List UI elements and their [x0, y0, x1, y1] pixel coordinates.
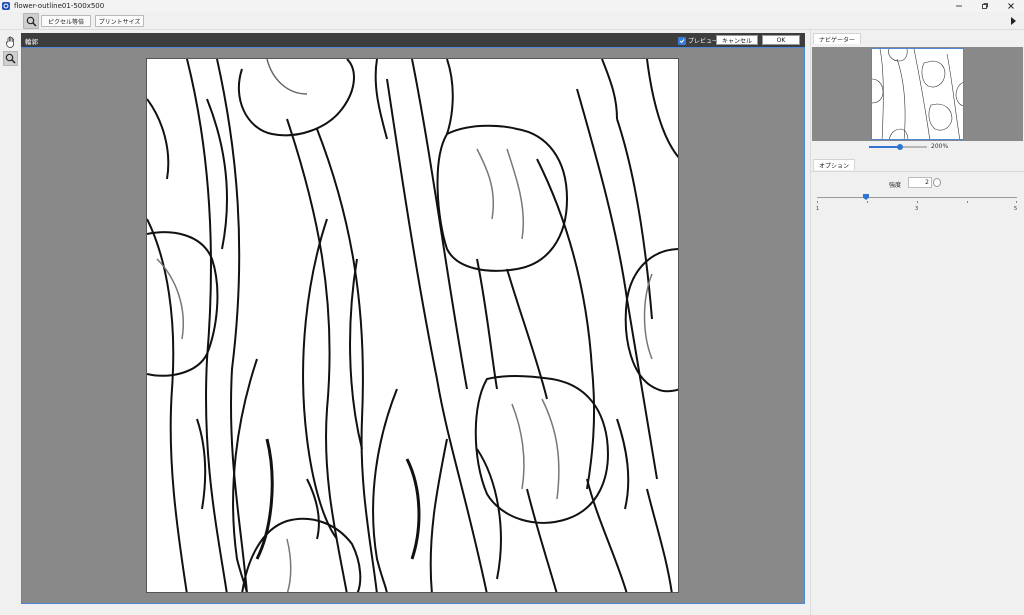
slider-min-label: 1: [816, 206, 820, 212]
toolbar: ピクセル等倍 プリントサイズ: [0, 12, 1024, 30]
zoom-tool[interactable]: [3, 51, 18, 66]
slider-tick: [867, 201, 868, 203]
hand-tool-button[interactable]: [3, 34, 18, 49]
strength-slider-knob[interactable]: [863, 194, 869, 200]
print-size-button[interactable]: プリントサイズ: [95, 15, 144, 27]
app-icon: [2, 2, 10, 10]
preview-label: プレビュー: [688, 38, 719, 45]
minimize-icon: [956, 5, 962, 7]
title-bar: flower-outline01-500x500: [0, 0, 1024, 12]
tool-palette: [0, 30, 20, 615]
strength-input[interactable]: 2: [908, 177, 932, 188]
restore-button[interactable]: [972, 0, 998, 12]
strength-spinner[interactable]: [933, 178, 941, 187]
outline-image: [146, 58, 679, 593]
slider-tick: [917, 201, 918, 203]
filter-title: 輪郭: [25, 38, 38, 46]
close-icon: [1008, 3, 1014, 9]
preview-checkbox[interactable]: [678, 36, 686, 45]
slider-max-label: 5: [1014, 206, 1018, 212]
magnifier-icon: [5, 53, 16, 64]
hand-icon: [5, 35, 14, 48]
navigator-zoom-knob[interactable]: [897, 144, 903, 150]
strength-slider-track[interactable]: [817, 197, 1017, 198]
strength-label: 強度: [889, 182, 902, 189]
tab-options[interactable]: オプション: [813, 159, 856, 170]
magnifier-icon: [26, 16, 37, 27]
options-divider: [811, 171, 1024, 172]
pixel-equal-button[interactable]: ピクセル等倍: [41, 15, 91, 27]
slider-tick: [967, 201, 968, 203]
slider-tick: [1016, 201, 1017, 203]
tab-navigator[interactable]: ナビゲーター: [813, 33, 862, 44]
filter-header: 輪郭 プレビュー キャンセル OK: [21, 33, 805, 47]
play-right-icon[interactable]: [1011, 17, 1016, 25]
status-bar: [0, 605, 808, 615]
minimize-button[interactable]: [946, 0, 972, 12]
slider-tick: [817, 201, 818, 203]
window-title: flower-outline01-500x500: [14, 2, 105, 10]
zoom-tool-button[interactable]: [23, 13, 39, 29]
checkmark-icon: [679, 38, 685, 43]
navigator-zoom-label: 200%: [931, 143, 949, 150]
right-panel: ナビゲーター 200% オプション 強度 2 1 3 5: [810, 30, 1024, 615]
navigator-preview[interactable]: [812, 47, 1023, 141]
navigator-thumbnail[interactable]: [871, 48, 964, 140]
ok-button[interactable]: OK: [762, 35, 800, 45]
cancel-button[interactable]: キャンセル: [716, 35, 758, 45]
slider-mid-label: 3: [915, 206, 919, 212]
restore-icon: [982, 3, 988, 9]
preview-toggle[interactable]: プレビュー: [678, 36, 718, 45]
close-button[interactable]: [998, 0, 1024, 12]
